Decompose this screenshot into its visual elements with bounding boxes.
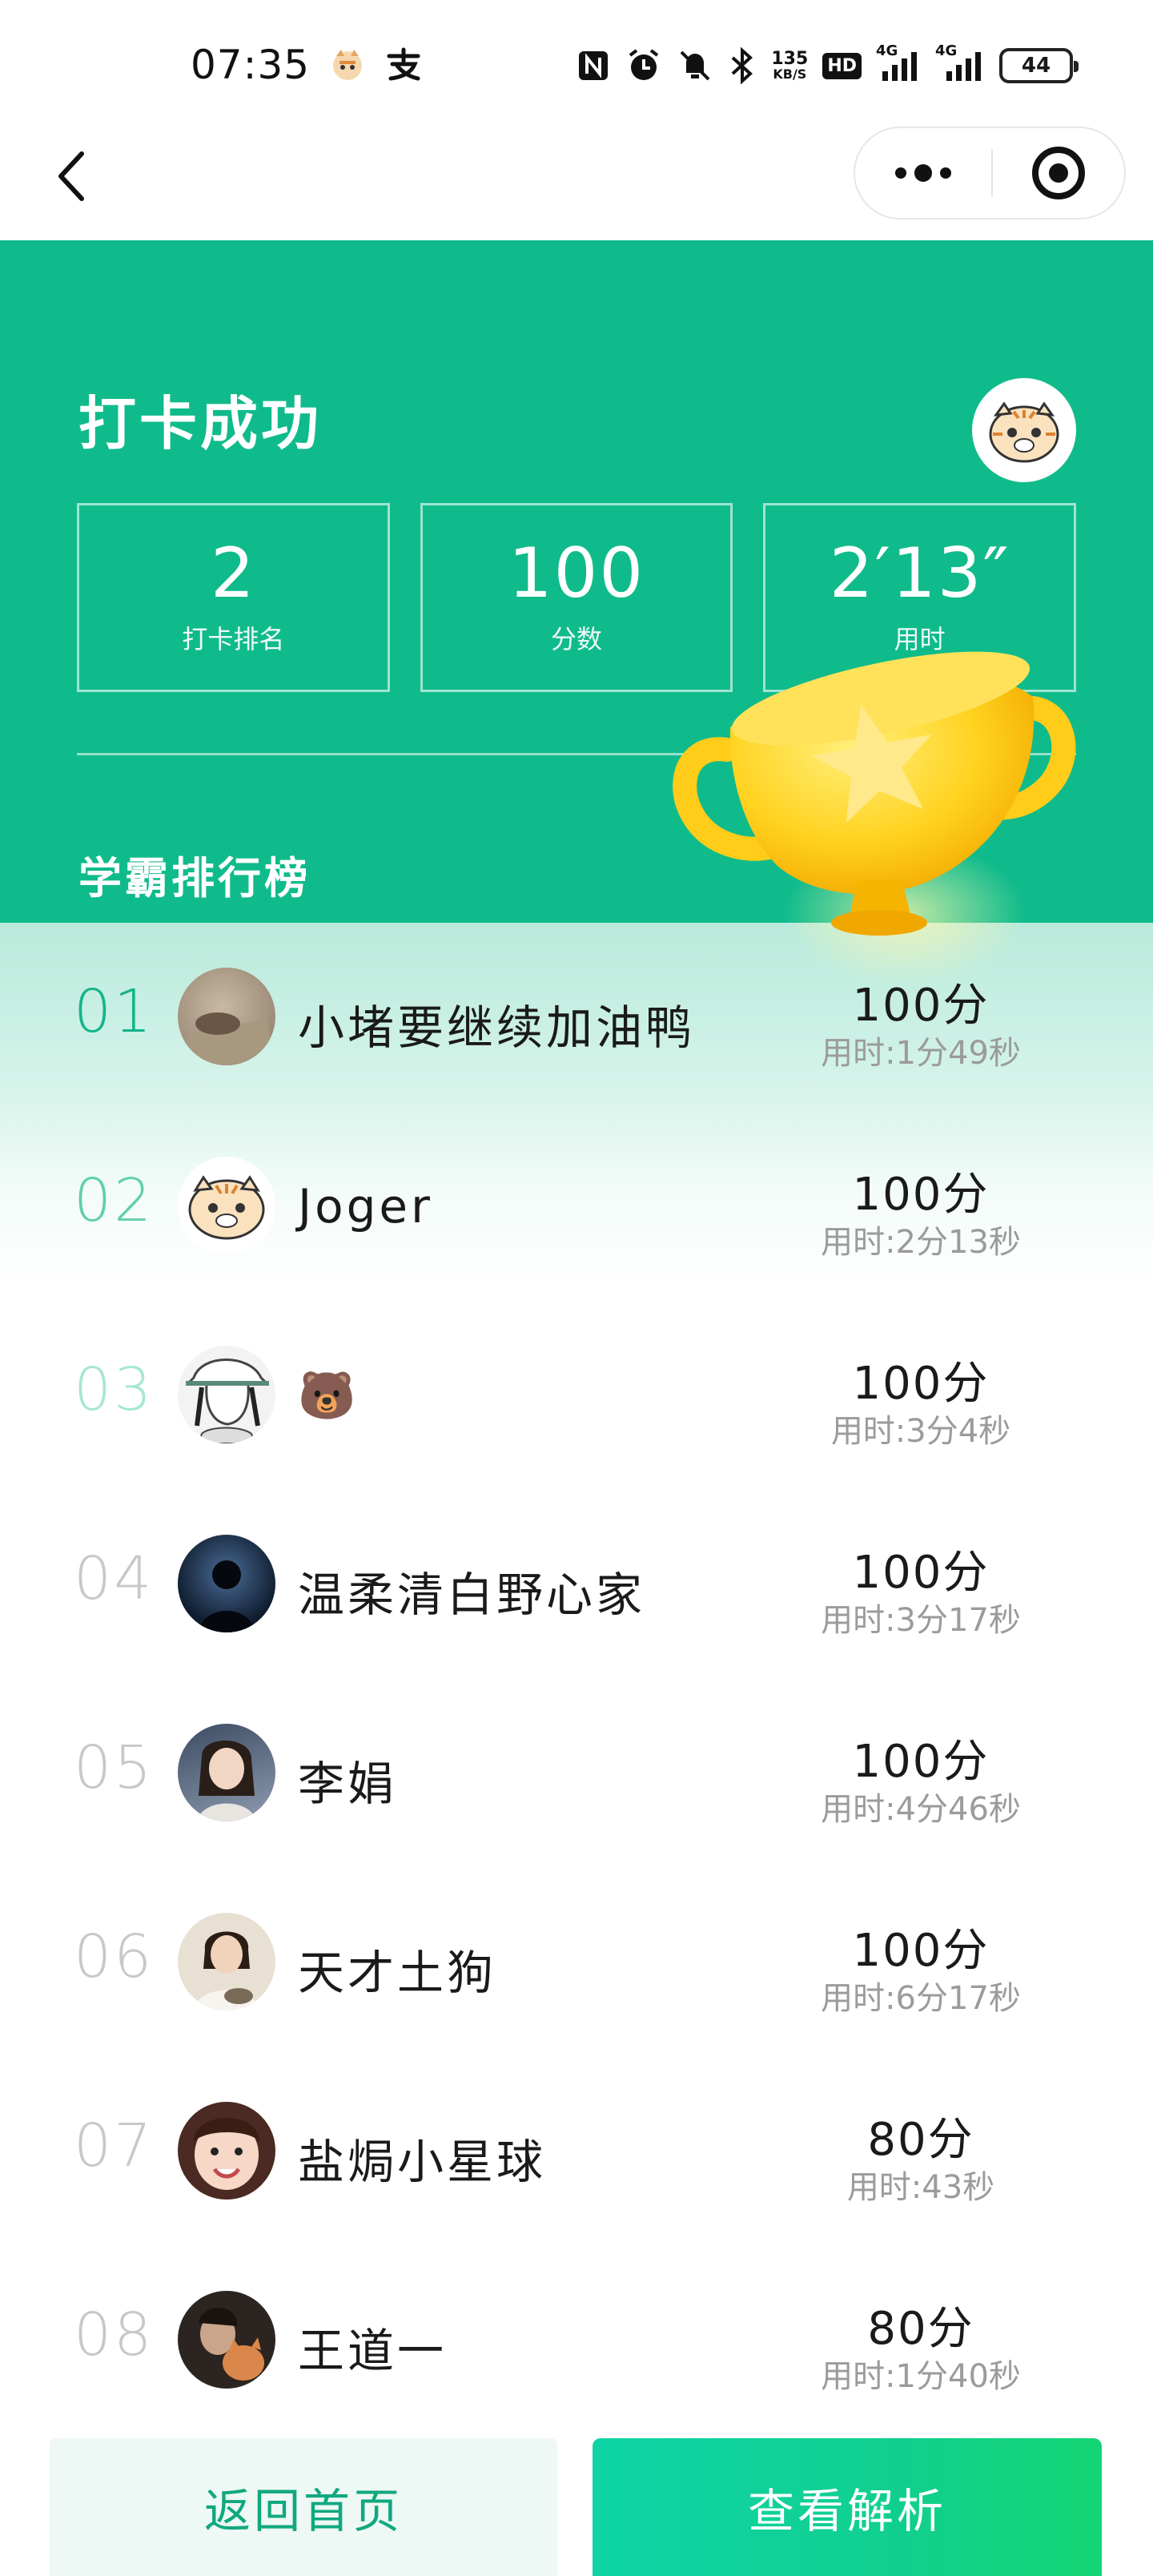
battery-level: 44 [1021, 54, 1051, 78]
row-avatar [178, 2102, 275, 2200]
more-dot [914, 164, 932, 182]
back-button[interactable] [38, 144, 102, 208]
row-rank: 03 [74, 1355, 155, 1424]
status-indicators: 135 KB/S HD 4G 4G 44 [576, 42, 1079, 90]
bottom-action-bar: 返回首页 查看解析 [0, 2435, 1153, 2576]
row-name: 王道一 [298, 2324, 448, 2378]
row-rank: 08 [74, 2300, 155, 2369]
leaderboard-row[interactable]: 05 李娟 100分 用时:4分46秒 [0, 1679, 1153, 1868]
leaderboard-title: 学霸排行榜 [78, 853, 311, 904]
more-dot [940, 167, 951, 179]
row-avatar [178, 1724, 275, 1821]
more-button[interactable] [855, 128, 991, 218]
nfc-icon [576, 47, 611, 84]
signal1-label: 4G [876, 42, 898, 59]
leaderboard-list: 01 小堵要继续加油鸭 100分 用时:1分49秒 02 Joger 100分 … [0, 923, 1153, 2429]
battery-icon: 44 [999, 48, 1079, 83]
leaderboard-row[interactable]: 03 🐻 100分 用时:3分4秒 [0, 1301, 1153, 1490]
row-rank: 01 [74, 977, 155, 1046]
alarm-icon [625, 47, 662, 84]
row-time: 用时:1分49秒 [821, 1035, 1021, 1072]
target-circle-icon [1032, 147, 1085, 199]
stat-rank-label: 打卡排名 [182, 624, 285, 654]
stat-score-value: 100 [508, 533, 645, 614]
row-rank: 04 [74, 1544, 155, 1613]
back-home-button[interactable]: 返回首页 [50, 2438, 557, 2576]
close-button[interactable] [993, 147, 1124, 199]
row-score: 100分 [852, 1547, 990, 1599]
network-speed: 135 KB/S [771, 47, 808, 84]
row-time: 用时:43秒 [846, 2169, 995, 2206]
alipay-icon [384, 45, 423, 83]
trophy-icon [673, 651, 1076, 985]
row-score: 80分 [867, 2114, 974, 2166]
row-score: 100分 [852, 1925, 990, 1977]
stat-time-value: 2′13″ [829, 533, 1010, 614]
mute-bell-icon [677, 47, 713, 84]
miniprogram-capsule [854, 127, 1126, 219]
back-chevron-icon [58, 151, 84, 201]
row-score: 80分 [867, 2303, 974, 2355]
leaderboard-row[interactable]: 08 王道一 80分 用时:1分40秒 [0, 2246, 1153, 2435]
signal2-label: 4G [935, 42, 958, 59]
signal-icon-1: 4G [876, 42, 921, 84]
row-name: 温柔清白野心家 [298, 1568, 646, 1622]
row-name: 李娟 [298, 1757, 398, 1811]
row-rank: 02 [74, 1166, 155, 1235]
signal-icon-2: 4G [935, 42, 985, 84]
network-speed-value: 135 [771, 49, 809, 69]
row-score: 100分 [852, 1358, 990, 1410]
status-bar: 07:35 135 KB/S HD 4G 4G 44 [0, 0, 1153, 120]
row-name: 小堵要继续加油鸭 [298, 1000, 696, 1055]
stat-rank: 2 打卡排名 [77, 503, 390, 692]
tiger-app-icon [328, 45, 367, 83]
row-avatar [178, 1913, 275, 2010]
status-time: 07:35 [191, 42, 311, 88]
row-score: 100分 [852, 1169, 990, 1221]
row-time: 用时:1分40秒 [821, 2358, 1021, 2395]
stat-score-label: 分数 [551, 624, 603, 654]
row-name: 天才土狗 [298, 1946, 497, 2000]
row-rank: 05 [74, 1733, 155, 1802]
leaderboard-row[interactable]: 02 Joger 100分 用时:2分13秒 [0, 1112, 1153, 1301]
row-avatar [178, 1157, 275, 1254]
hd-icon: HD [822, 47, 862, 84]
tiger-avatar-icon [989, 401, 1059, 463]
row-time: 用时:6分17秒 [821, 1980, 1021, 2017]
row-avatar [178, 968, 275, 1065]
user-avatar[interactable] [972, 378, 1076, 482]
network-speed-unit: KB/S [773, 66, 807, 82]
row-name: 🐻 [298, 1368, 360, 1423]
row-time: 用时:3分17秒 [821, 1602, 1021, 1639]
bluetooth-icon [728, 47, 757, 84]
page-title: 打卡成功 [78, 390, 323, 457]
stat-rank-value: 2 [210, 533, 256, 614]
view-analysis-button[interactable]: 查看解析 [593, 2438, 1102, 2576]
row-avatar [178, 1535, 275, 1632]
row-name: Joger [298, 1179, 433, 1234]
row-rank: 06 [74, 1922, 155, 1991]
row-time: 用时:4分46秒 [821, 1791, 1021, 1828]
row-time: 用时:2分13秒 [821, 1224, 1021, 1261]
hd-label: HD [822, 52, 862, 79]
row-score: 100分 [852, 1736, 990, 1788]
row-name: 盐焗小星球 [298, 2135, 547, 2189]
leaderboard-row[interactable]: 06 天才土狗 100分 用时:6分17秒 [0, 1868, 1153, 2057]
nav-bar [0, 120, 1153, 240]
row-rank: 07 [74, 2111, 155, 2180]
leaderboard-row[interactable]: 04 温柔清白野心家 100分 用时:3分17秒 [0, 1490, 1153, 1679]
row-avatar [178, 1346, 275, 1443]
leaderboard-row[interactable]: 07 盐焗小星球 80分 用时:43秒 [0, 2057, 1153, 2246]
row-avatar [178, 2291, 275, 2389]
more-dot [895, 167, 906, 179]
row-time: 用时:3分4秒 [830, 1413, 1011, 1450]
